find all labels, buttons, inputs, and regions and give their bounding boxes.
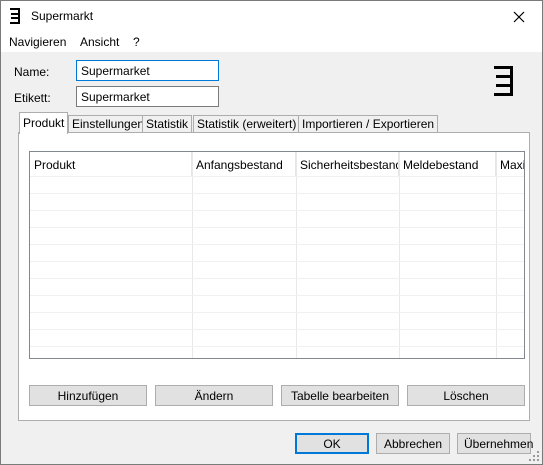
table-row[interactable] [30,210,524,227]
dialog-window: Supermarkt Navigieren Ansicht ? Name: Et… [0,0,543,465]
delete-button[interactable]: Löschen [407,385,525,406]
column-header-meldebestand[interactable]: Meldebestand [399,152,496,176]
table-row[interactable] [30,329,524,346]
menu-bar: Navigieren Ansicht ? [1,32,542,52]
edit-button[interactable]: Ändern [155,385,273,406]
resize-grip-icon[interactable] [528,450,540,462]
menu-help[interactable]: ? [133,35,140,49]
bars-bracket-icon [494,66,513,96]
table-row[interactable] [30,261,524,278]
close-button[interactable] [496,1,542,32]
table-row[interactable] [30,193,524,210]
apply-button[interactable]: Übernehmen [457,433,533,454]
name-input[interactable] [76,60,219,81]
table-row[interactable] [30,295,524,312]
bars-bracket-icon [10,8,20,24]
table-row[interactable] [30,244,524,261]
etikett-label: Etikett: [14,91,51,105]
add-button[interactable]: Hinzufügen [29,385,147,406]
column-header-maximum[interactable]: Maxim [496,152,524,176]
column-header-sicherheitsbestand[interactable]: Sicherheitsbestand [296,152,399,176]
tab-panel-produkt: Produkt Anfangsbestand Sicherheitsbestan… [18,132,530,421]
table-row[interactable] [30,312,524,329]
table-row[interactable] [30,346,524,358]
column-header-anfangsbestand[interactable]: Anfangsbestand [192,152,296,176]
menu-navigieren[interactable]: Navigieren [9,35,66,49]
name-label: Name: [14,65,50,79]
menu-ansicht[interactable]: Ansicht [80,35,119,49]
tab-produkt[interactable]: Produkt [19,112,69,134]
table-row[interactable] [30,278,524,295]
edit-table-button[interactable]: Tabelle bearbeiten [281,385,399,406]
cancel-button[interactable]: Abbrechen [376,433,450,454]
tab-einstellungen[interactable]: Einstellungen [68,115,149,133]
tab-statistik-erweitert[interactable]: Statistik (erweitert) [193,115,301,133]
title-bar: Supermarkt [1,1,542,32]
tab-statistik[interactable]: Statistik [142,115,193,133]
window-title: Supermarkt [31,9,94,23]
etikett-input[interactable] [76,86,219,107]
table-row[interactable] [30,176,524,193]
table-header: Produkt Anfangsbestand Sicherheitsbestan… [30,152,524,176]
tab-importieren-exportieren[interactable]: Importieren / Exportieren [298,115,439,133]
column-header-produkt[interactable]: Produkt [30,152,192,176]
close-icon [513,11,525,22]
table-row[interactable] [30,227,524,244]
ok-button[interactable]: OK [295,433,369,454]
product-table[interactable]: Produkt Anfangsbestand Sicherheitsbestan… [29,151,525,359]
